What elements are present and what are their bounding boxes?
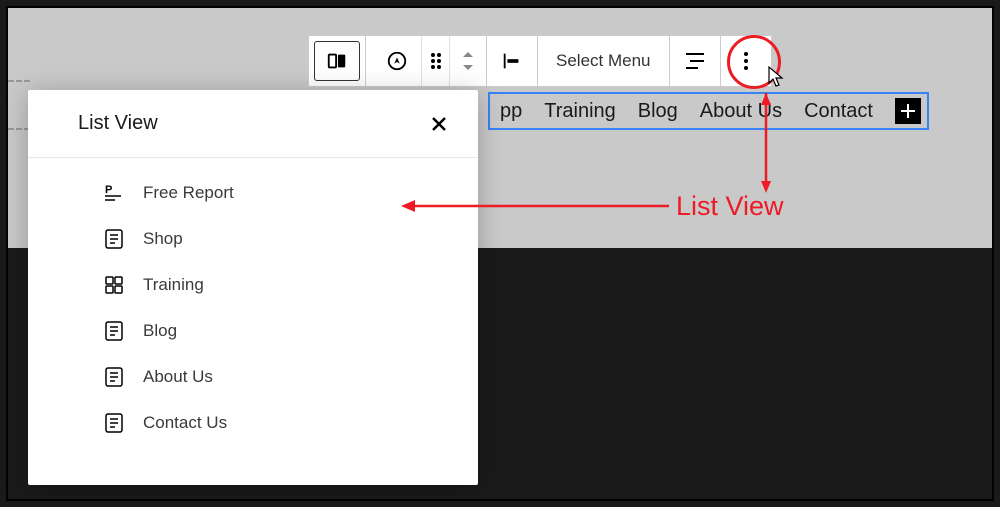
page-icon [103, 320, 125, 342]
list-item[interactable]: Blog [28, 308, 478, 354]
svg-text:P: P [105, 184, 112, 196]
more-icon [743, 51, 749, 71]
options-button[interactable] [721, 36, 771, 86]
chevron-updown-icon [460, 49, 476, 73]
list-view-button[interactable] [670, 36, 720, 86]
list-item-label: Blog [143, 321, 177, 341]
nav-item[interactable]: Contact [804, 100, 873, 123]
list-item-label: About Us [143, 367, 213, 387]
close-button[interactable] [428, 113, 450, 135]
plus-icon [899, 102, 917, 120]
list-item-label: Contact Us [143, 413, 227, 433]
selection-edge [8, 80, 30, 82]
list-item-label: Training [143, 275, 204, 295]
page-letter-icon: P [103, 182, 125, 204]
page-icon [103, 228, 125, 250]
page-icon [103, 366, 125, 388]
add-block-button[interactable] [895, 98, 921, 124]
list-item-label: Shop [143, 229, 183, 249]
block-toolbar: Select Menu [308, 35, 772, 87]
list-item[interactable]: P Free Report [28, 170, 478, 216]
list-item-label: Free Report [143, 183, 234, 203]
drag-handle-button[interactable] [422, 36, 450, 86]
list-item[interactable]: Training [28, 262, 478, 308]
close-icon [431, 116, 447, 132]
page-icon [103, 412, 125, 434]
divider [28, 157, 478, 158]
list-view-icon [684, 52, 706, 70]
list-view-panel: List View P Free Report Shop [28, 90, 478, 485]
move-button[interactable] [450, 36, 486, 86]
navigation-icon [386, 50, 408, 72]
align-button[interactable] [487, 36, 537, 86]
columns-icon-button[interactable] [314, 41, 360, 81]
columns-icon [326, 50, 348, 72]
nav-item[interactable]: Training [544, 100, 616, 123]
select-menu-button[interactable]: Select Menu [538, 36, 669, 86]
navigation-icon-button[interactable] [372, 36, 422, 86]
navigation-menu[interactable]: pp Training Blog About Us Contact [488, 92, 929, 130]
nav-item[interactable]: About Us [700, 100, 782, 123]
nav-item[interactable]: pp [500, 100, 522, 123]
list-view-header: List View [28, 90, 478, 157]
list-view-title: List View [78, 112, 158, 135]
nav-item[interactable]: Blog [638, 100, 678, 123]
grid-icon [103, 274, 125, 296]
annotation-label: List View [676, 191, 784, 222]
align-left-icon [501, 50, 523, 72]
list-view-items: P Free Report Shop Training Bl [28, 166, 478, 450]
list-item[interactable]: Shop [28, 216, 478, 262]
drag-icon [429, 52, 443, 70]
selection-edge [8, 128, 30, 130]
list-item[interactable]: About Us [28, 354, 478, 400]
list-item[interactable]: Contact Us [28, 400, 478, 446]
